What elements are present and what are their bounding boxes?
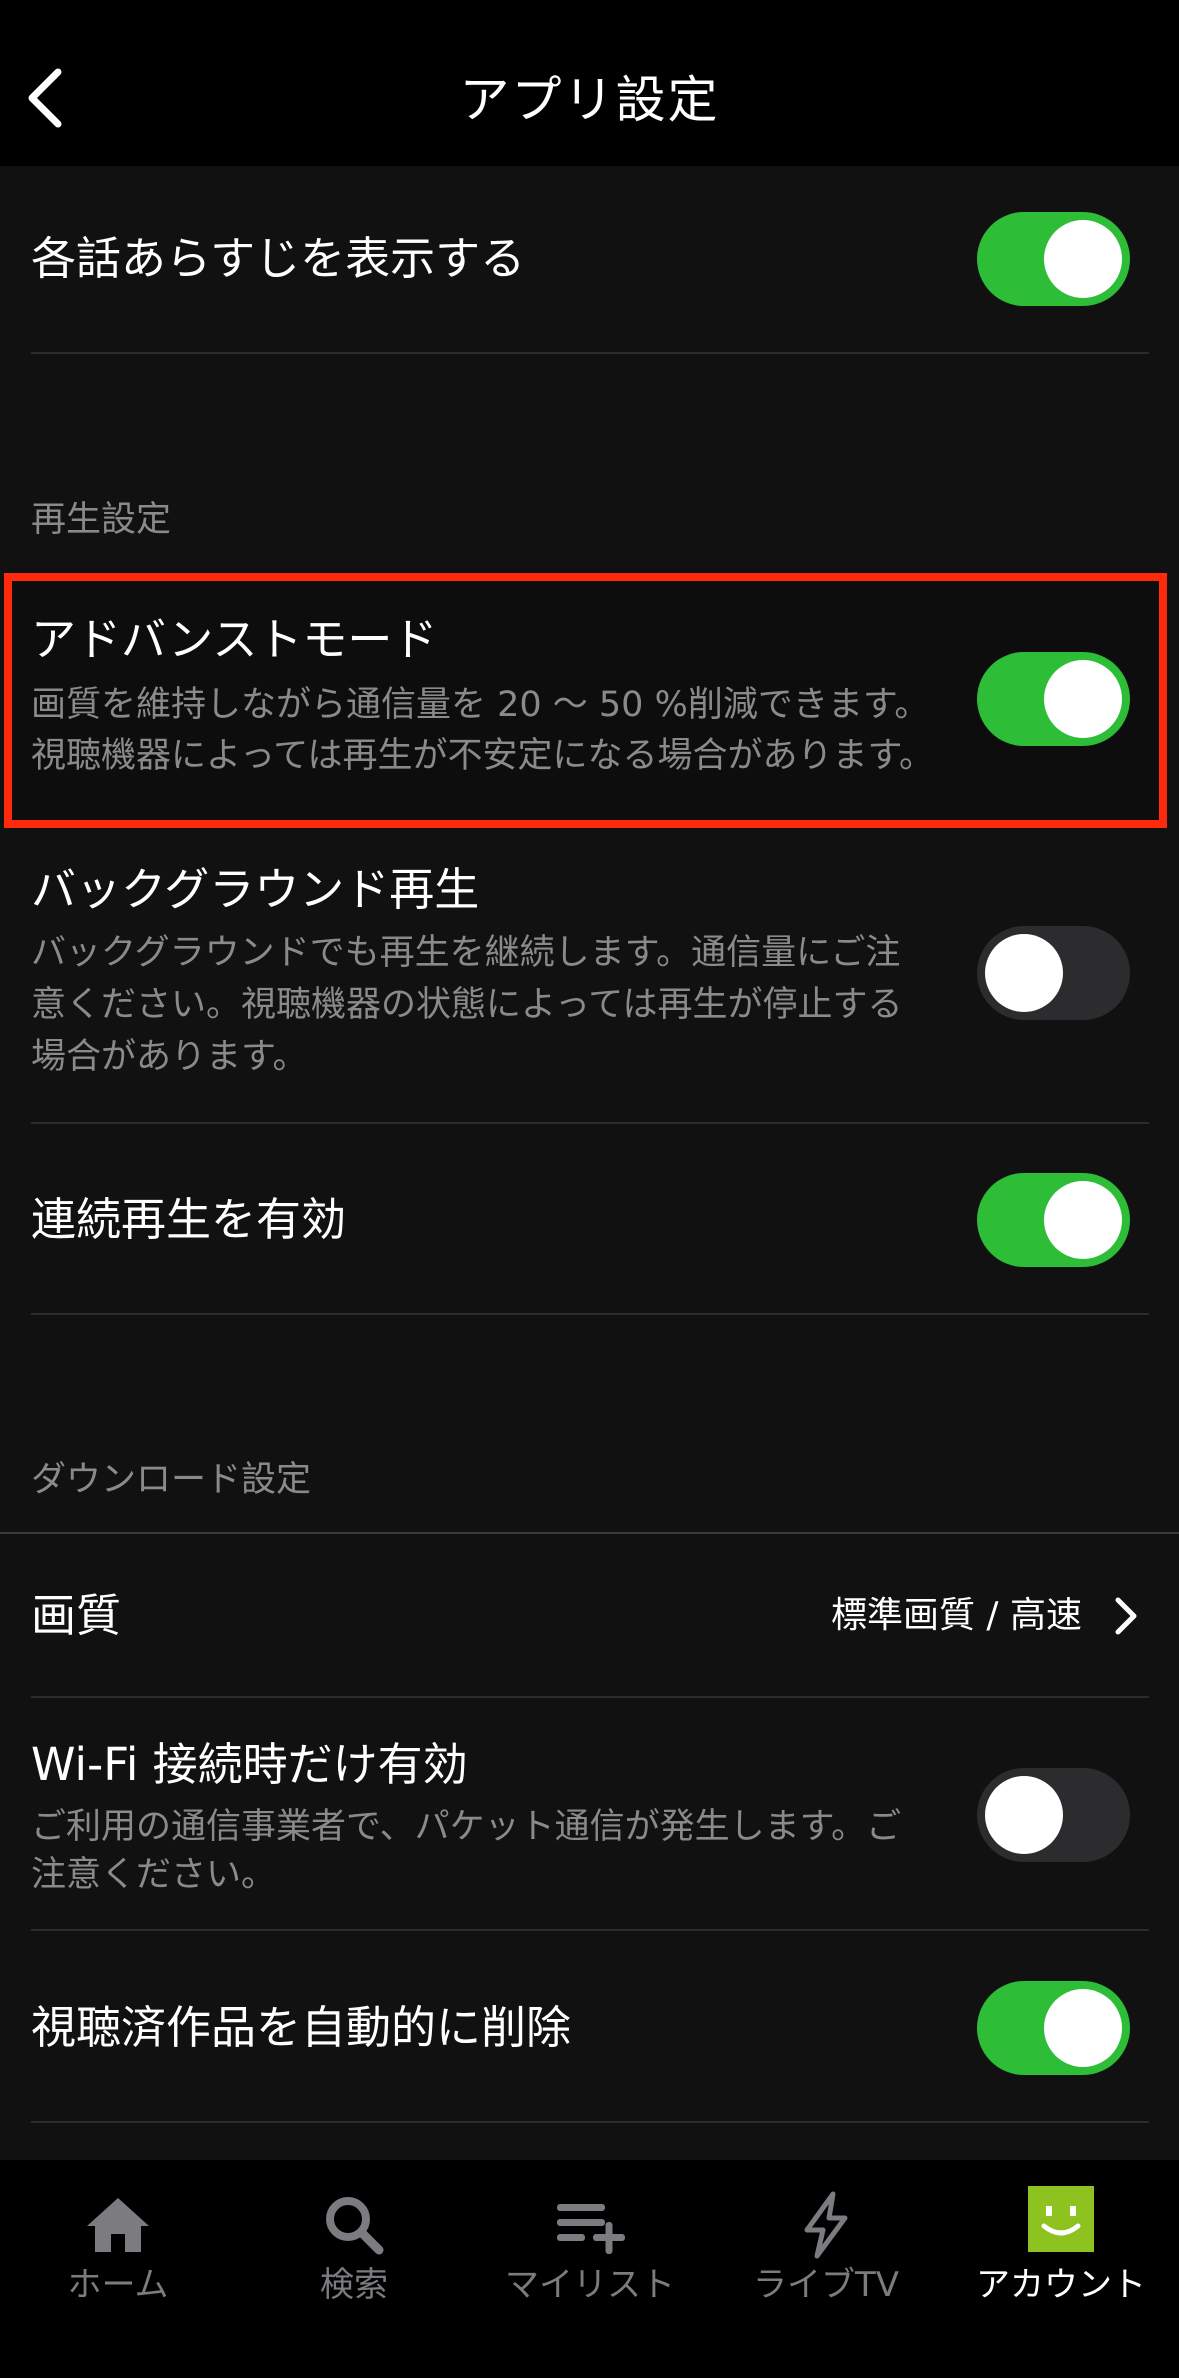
divider xyxy=(31,1696,1149,1698)
divider xyxy=(31,1122,1149,1124)
background-play-label: バックグラウンド再生 xyxy=(31,863,480,916)
header-bar: アプリ設定 xyxy=(0,0,1179,166)
divider xyxy=(31,352,1149,354)
wifi-only-desc-line1: ご利用の通信事業者で、パケット通信が発生します。ご xyxy=(31,1807,902,1847)
toggle-knob xyxy=(1044,220,1122,298)
background-play-toggle[interactable] xyxy=(977,926,1130,1020)
download-section-label: ダウンロード設定 xyxy=(31,1460,312,1500)
advanced-mode-desc-line1: 画質を維持しながら通信量を 20 〜 50 %削減できます。 xyxy=(31,685,930,725)
toggle-knob xyxy=(1044,660,1122,738)
toggle-knob xyxy=(985,1776,1063,1854)
background-play-desc-line3: 場合があります。 xyxy=(31,1037,308,1077)
page-title: アプリ設定 xyxy=(459,71,720,129)
mylist-add-icon xyxy=(557,2204,625,2254)
quality-label: 画質 xyxy=(31,1589,122,1642)
wifi-only-desc-line2: 注意ください。 xyxy=(31,1855,277,1895)
advanced-mode-desc-line2: 視聴機器によっては再生が不安定になる場合があります。 xyxy=(31,736,935,776)
advanced-mode-toggle[interactable] xyxy=(977,652,1130,746)
tab-search[interactable]: 検索 xyxy=(236,2160,472,2320)
tab-home[interactable]: ホーム xyxy=(0,2160,236,2320)
wifi-only-toggle[interactable] xyxy=(977,1768,1130,1862)
quality-value: 標準画質 / 高速 xyxy=(830,1595,1082,1636)
tab-home-label: ホーム xyxy=(67,2265,169,2305)
quality-row[interactable]: 画質 標準画質 / 高速 xyxy=(0,1536,1179,1696)
auto-delete-toggle[interactable] xyxy=(977,1981,1130,2075)
advanced-mode-label: アドバンストモード xyxy=(31,613,438,666)
chevron-right-icon xyxy=(1115,1597,1137,1635)
lightning-icon xyxy=(804,2191,848,2259)
background-play-desc-line2: 意ください。視聴機器の状態によっては再生が停止する xyxy=(31,985,903,1025)
section-divider xyxy=(0,1532,1179,1534)
auto-delete-label: 視聴済作品を自動的に削除 xyxy=(31,2001,572,2054)
tab-mylist-label: マイリスト xyxy=(505,2265,675,2305)
wifi-only-label: Wi-Fi 接続時だけ有効 xyxy=(31,1738,468,1791)
divider xyxy=(31,2121,1149,2123)
toggle-knob xyxy=(1044,1989,1122,2067)
playback-section-label: 再生設定 xyxy=(31,500,172,540)
bottom-tab-bar: ホーム 検索 マイリスト ライブTV アカウント xyxy=(0,2160,1179,2378)
divider xyxy=(31,1313,1149,1315)
continuous-play-label: 連続再生を有効 xyxy=(31,1193,347,1246)
background-play-desc-line1: バックグラウンドでも再生を継続します。通信量にご注 xyxy=(31,933,901,973)
tab-account-label: アカウント xyxy=(976,2265,1146,2305)
app-settings-screen: アプリ設定 各話あらすじを表示する 再生設定 アドバンストモード 画質を維持しな… xyxy=(0,0,1179,2378)
home-icon xyxy=(87,2198,149,2252)
search-icon xyxy=(326,2197,384,2255)
account-avatar-icon xyxy=(1028,2186,1094,2252)
synopsis-toggle[interactable] xyxy=(977,212,1130,306)
tab-mylist[interactable]: マイリスト xyxy=(472,2160,708,2320)
continuous-play-toggle[interactable] xyxy=(977,1173,1130,1267)
tab-live-tv[interactable]: ライブTV xyxy=(708,2160,944,2320)
synopsis-label: 各話あらすじを表示する xyxy=(31,232,526,285)
tab-live-tv-label: ライブTV xyxy=(752,2265,900,2305)
divider xyxy=(31,1929,1149,1931)
tab-account[interactable]: アカウント xyxy=(943,2160,1179,2320)
tab-search-label: 検索 xyxy=(320,2265,388,2305)
toggle-knob xyxy=(985,934,1063,1012)
toggle-knob xyxy=(1044,1181,1122,1259)
